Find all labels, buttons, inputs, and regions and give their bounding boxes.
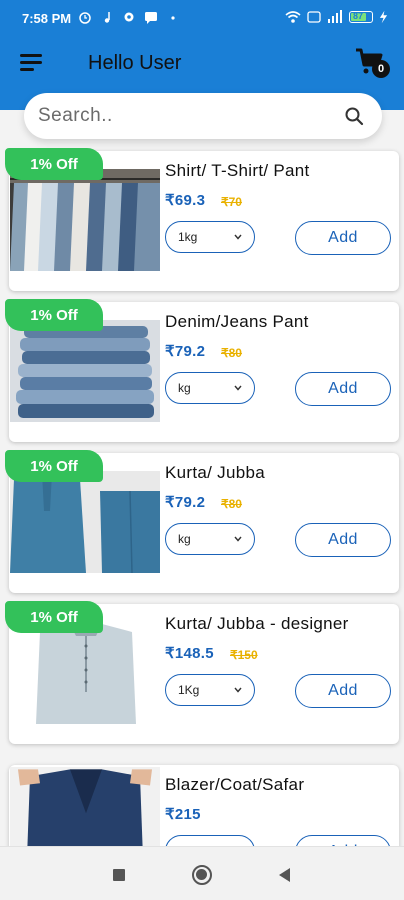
- product-image-shirts: [10, 169, 160, 271]
- unit-dropdown[interactable]: kg: [165, 372, 255, 404]
- hamburger-icon[interactable]: [20, 54, 44, 72]
- unit-value: 1kg: [178, 230, 198, 244]
- product-name: Kurta/ Jubba - designer: [165, 614, 349, 633]
- unit-dropdown[interactable]: kgs: [165, 835, 255, 846]
- product-old-price: ₹80: [221, 346, 242, 360]
- status-bar: 7:58 PM 87: [0, 0, 404, 38]
- product-image-designer-kurta: [10, 622, 160, 724]
- product-image-kurta: [10, 471, 160, 573]
- product-list: 1% Off Shirt/ T-Shirt/ Pant ₹69.3 ₹70 1k…: [0, 148, 404, 846]
- discount-badge: 1% Off: [5, 299, 103, 331]
- product-card: 1% Off Kurta/ Jubba ₹79.2 ₹80 kg Add: [5, 450, 399, 593]
- add-button[interactable]: Add: [295, 221, 391, 255]
- add-button[interactable]: Add: [295, 835, 391, 846]
- search-icon[interactable]: [344, 106, 364, 126]
- product-name: Denim/Jeans Pant: [165, 312, 309, 331]
- product-card: 1% Off Shirt/ T-Shirt/ Pant ₹69.3 ₹70 1k…: [5, 148, 399, 291]
- search-input[interactable]: [38, 93, 338, 139]
- product-name: Kurta/ Jubba: [165, 463, 265, 482]
- unit-value: kg: [178, 381, 191, 395]
- discount-badge: 1% Off: [5, 148, 103, 180]
- volte-icon: [307, 11, 321, 23]
- product-old-price: ₹150: [230, 648, 258, 662]
- product-old-price: ₹80: [221, 497, 242, 511]
- home-icon[interactable]: [192, 865, 212, 885]
- product-price: ₹215: [165, 806, 201, 823]
- unit-value: kg: [178, 532, 191, 546]
- recents-icon[interactable]: [113, 869, 125, 881]
- unit-dropdown[interactable]: 1Kg: [165, 674, 255, 706]
- product-old-price: ₹70: [221, 195, 242, 209]
- product-image-jeans: [10, 320, 160, 422]
- battery-icon: 87: [349, 11, 373, 23]
- product-price: ₹69.3: [165, 192, 206, 209]
- unit-dropdown[interactable]: kg: [165, 523, 255, 555]
- add-button[interactable]: Add: [295, 674, 391, 708]
- unit-dropdown[interactable]: 1kg: [165, 221, 255, 253]
- product-price: ₹79.2: [165, 494, 206, 511]
- system-nav-bar: [0, 846, 404, 900]
- chevron-down-icon: [234, 234, 242, 240]
- app-screen: 7:58 PM 87 Hello User 0 Search.. 1% Off …: [0, 0, 404, 900]
- cart-count-badge: 0: [372, 60, 390, 78]
- add-button[interactable]: Add: [295, 523, 391, 557]
- product-card: 1% Off Denim/Jeans Pant ₹79.2 ₹80 kg Add: [5, 299, 399, 442]
- discount-badge: 1% Off: [5, 601, 103, 633]
- search-bar: [24, 93, 382, 139]
- chevron-down-icon: [234, 385, 242, 391]
- chevron-down-icon: [234, 536, 242, 542]
- unit-value: 1Kg: [178, 683, 200, 697]
- page-title: Hello User: [88, 52, 182, 74]
- cart-button[interactable]: 0: [354, 46, 390, 78]
- music-note-icon: [104, 12, 110, 23]
- dot-icon: [171, 16, 175, 20]
- settings-gear-icon: [124, 12, 134, 22]
- back-icon[interactable]: [279, 868, 290, 882]
- chevron-down-icon: [234, 687, 242, 693]
- alarm-icon: [79, 12, 91, 24]
- status-time: 7:58 PM: [22, 11, 72, 26]
- product-name: Blazer/Coat/Safar: [165, 775, 305, 794]
- signal-icon: [328, 10, 342, 23]
- product-name: Shirt/ T-Shirt/ Pant: [165, 161, 310, 180]
- charging-bolt-icon: [379, 10, 388, 24]
- add-button[interactable]: Add: [295, 372, 391, 406]
- discount-badge: 1% Off: [5, 450, 103, 482]
- product-price: ₹79.2: [165, 343, 206, 360]
- product-card: 1% Off Kurta/ Jubba - designer ₹148.5 ₹1…: [5, 601, 399, 744]
- product-image-blazer: [10, 767, 160, 846]
- message-icon: [145, 12, 157, 24]
- product-card: Blazer/Coat/Safar ₹215 kgs Add: [9, 765, 399, 846]
- wifi-icon: [285, 11, 301, 23]
- product-price: ₹148.5: [165, 645, 214, 662]
